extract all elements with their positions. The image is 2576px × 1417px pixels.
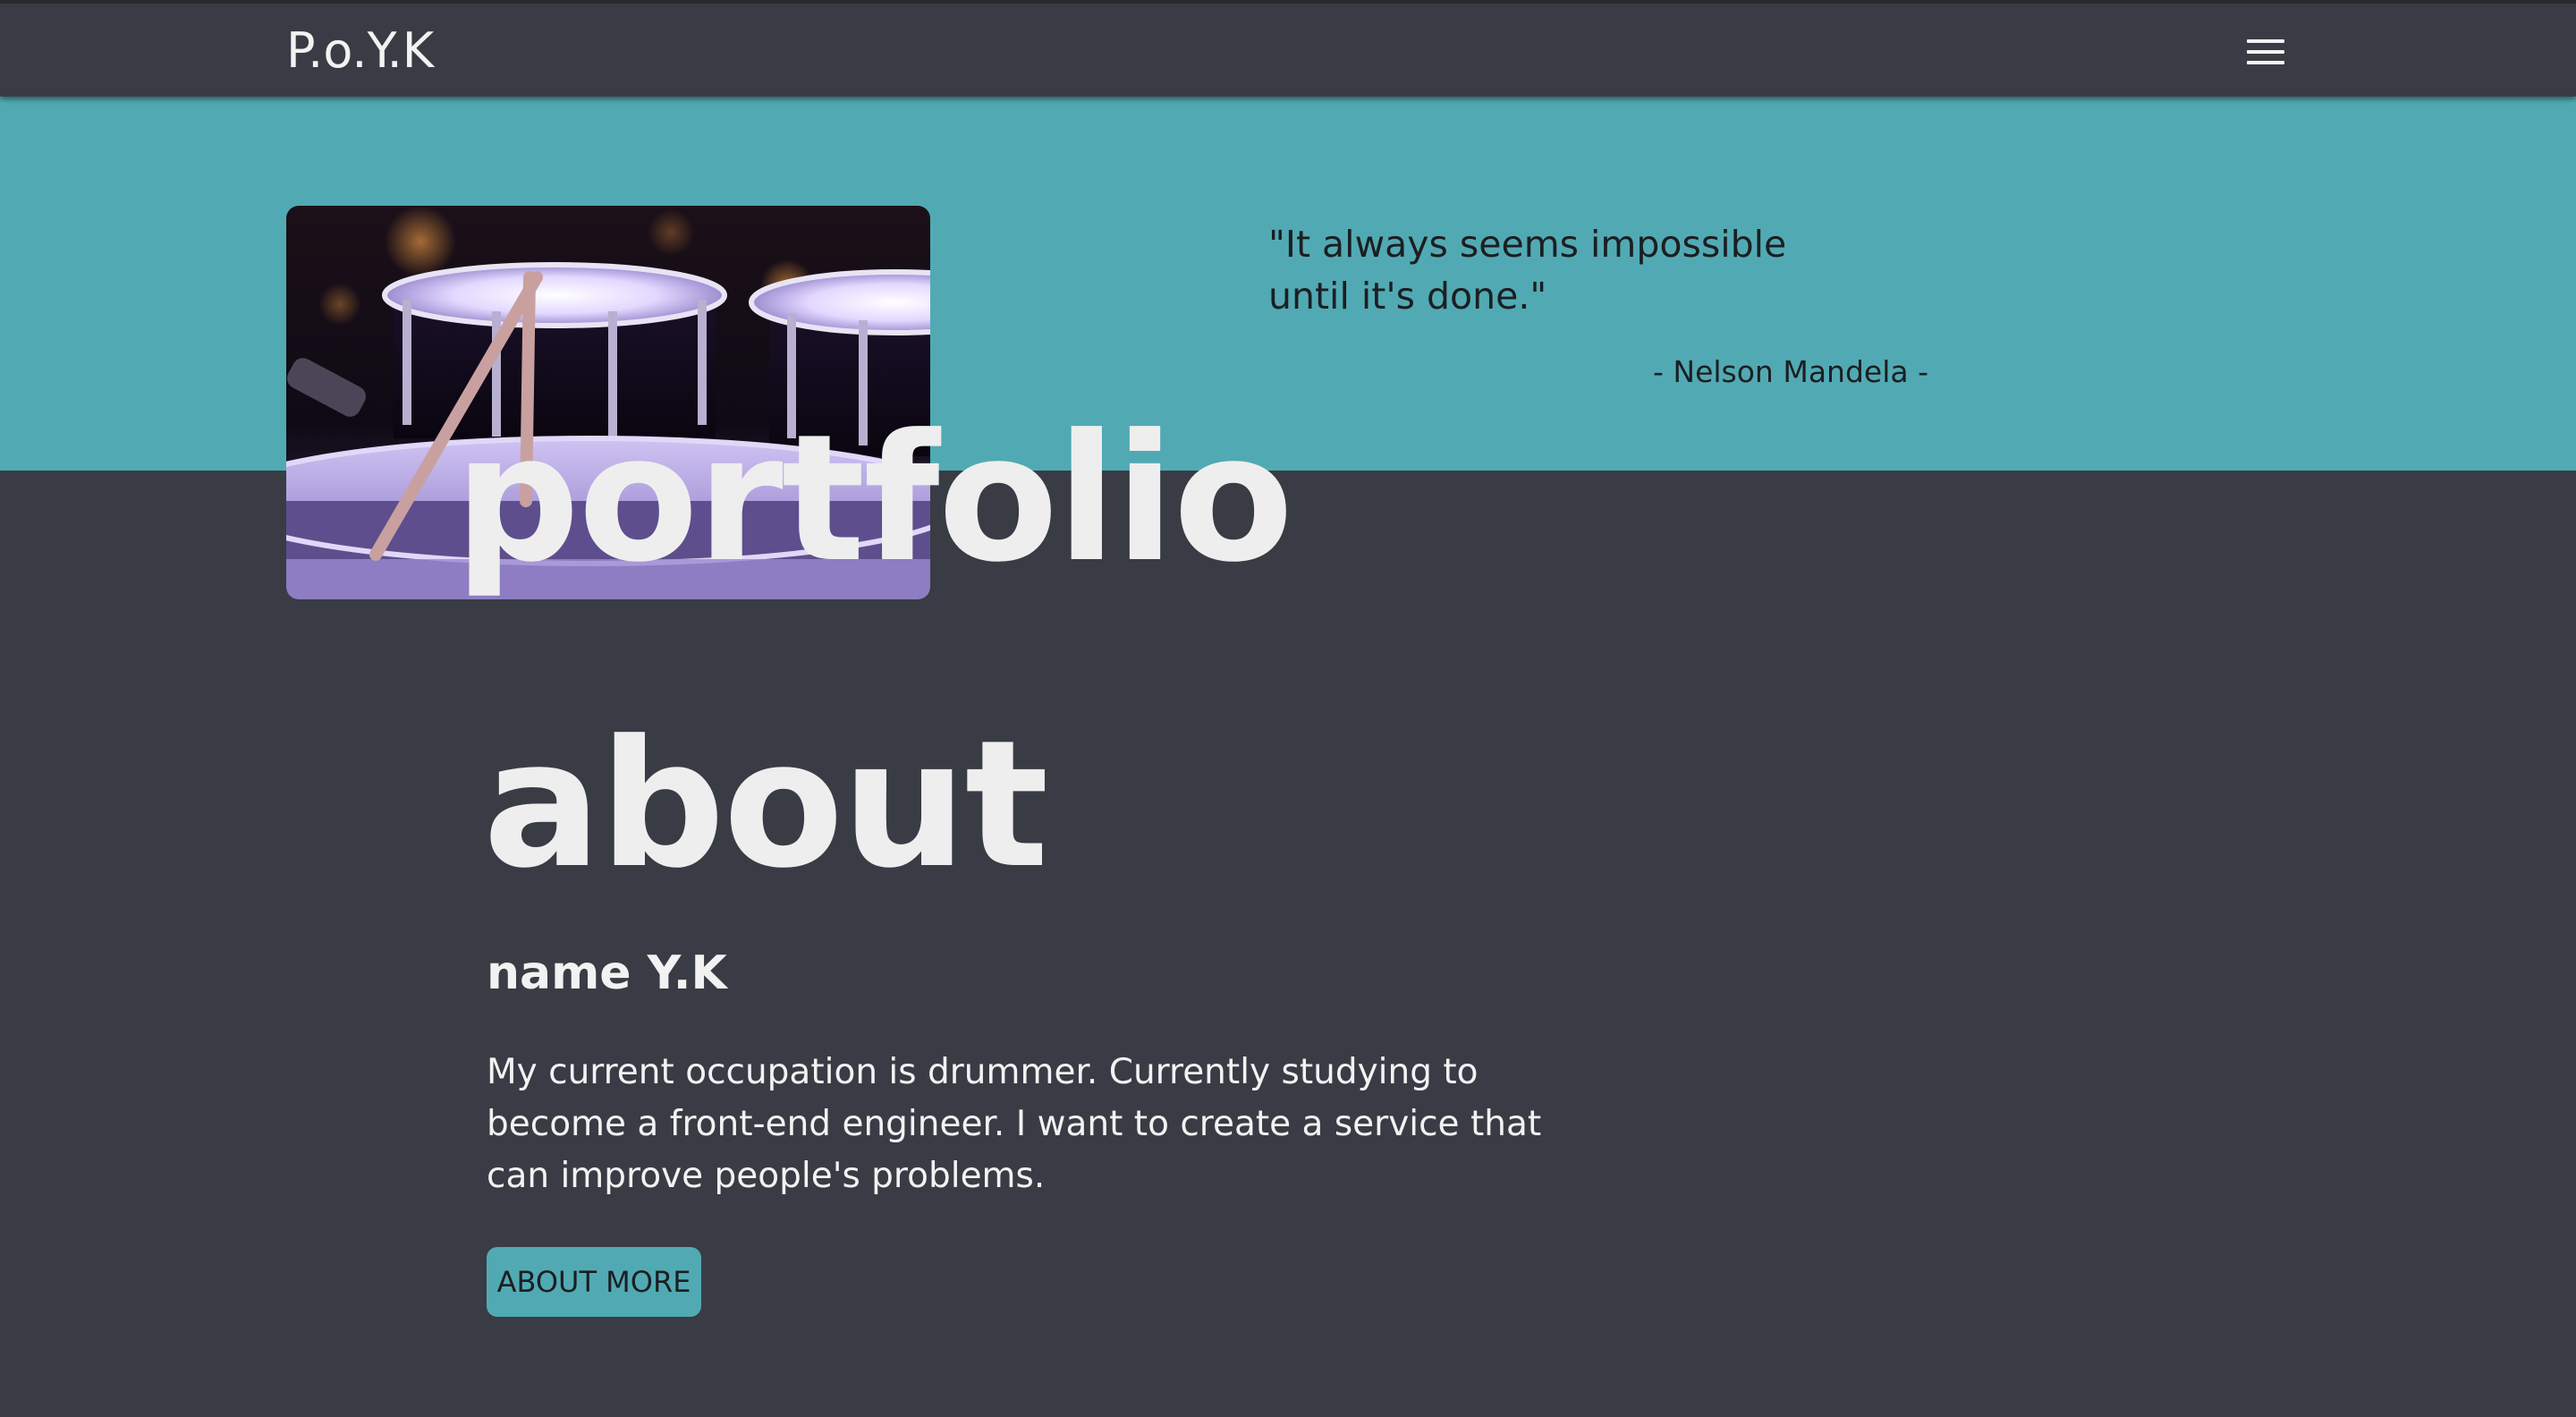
about-heading: about bbox=[483, 703, 1048, 907]
about-more-button[interactable]: ABOUT MORE bbox=[487, 1247, 701, 1317]
quote-text: "It always seems impossible until it's d… bbox=[1268, 223, 1787, 318]
page: P.o.Y.K portfolio "It always seems impos… bbox=[0, 0, 2576, 1417]
quote-author: - Nelson Mandela - bbox=[1653, 354, 1928, 389]
brand-logo-link[interactable]: P.o.Y.K bbox=[286, 20, 434, 82]
about-name: name Y.K bbox=[487, 946, 727, 1000]
about-description: My current occupation is drummer. Curren… bbox=[487, 1052, 1542, 1196]
navbar: P.o.Y.K bbox=[0, 4, 2576, 97]
hamburger-menu-icon[interactable] bbox=[2243, 34, 2288, 70]
portfolio-title: portfolio bbox=[454, 397, 1293, 601]
